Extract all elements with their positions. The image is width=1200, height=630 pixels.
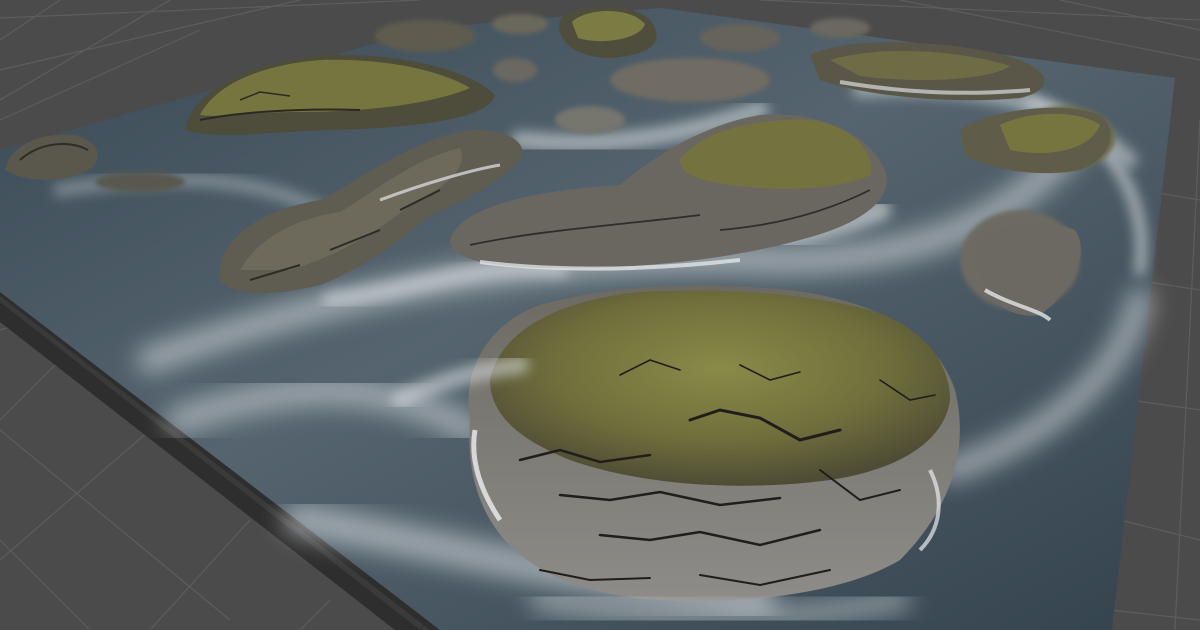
scene-viewport[interactable]	[0, 0, 1200, 630]
rock-foreground-boulder	[468, 285, 960, 601]
scene-render	[0, 0, 1200, 630]
